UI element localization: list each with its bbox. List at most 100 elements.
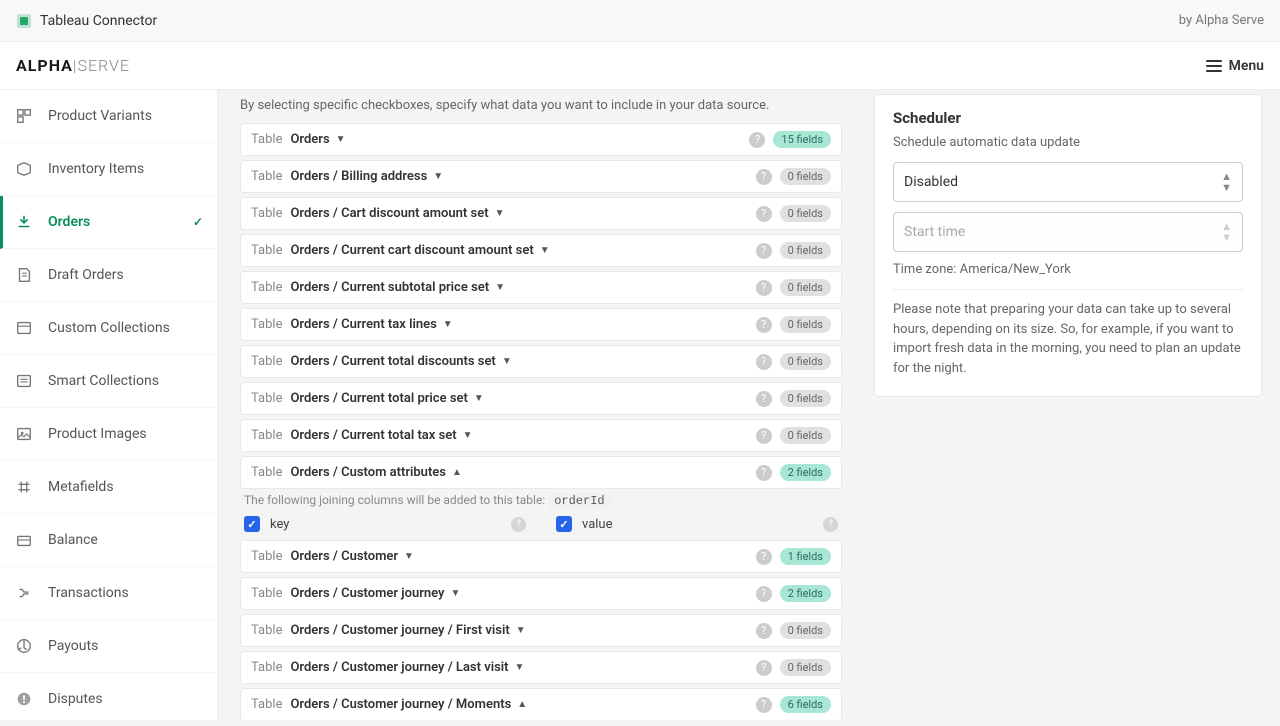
field-count-badge: 15 fields [773,131,831,148]
checkbox[interactable] [244,516,260,532]
sidebar-item-product-images[interactable]: Product Images [0,408,217,461]
table-name: Orders / Current subtotal price set [290,280,489,295]
caret-icon: ▼ [495,282,505,293]
sidebar-item-icon [14,159,34,179]
select-arrows-icon: ▲▼ [1221,171,1232,193]
help-icon[interactable]: ? [756,280,772,296]
help-icon[interactable]: ? [749,132,765,148]
sidebar-item-icon [14,477,34,497]
help-icon[interactable]: ? [756,169,772,185]
sidebar-item-orders[interactable]: Orders [0,196,217,249]
table-prefix: Table [251,280,282,295]
field-count-badge: 1 fields [780,548,831,565]
help-icon[interactable]: ? [756,549,772,565]
caret-icon: ▲ [452,467,462,478]
timezone-text: Time zone: America/New_York [893,262,1243,277]
table-prefix: Table [251,132,282,147]
help-icon[interactable]: ? [823,517,838,532]
help-icon[interactable]: ? [756,428,772,444]
table-name: Orders [290,132,329,147]
table-prefix: Table [251,317,282,332]
table-row[interactable]: TableOrders / Customer journey / Moments… [240,688,842,720]
table-name: Orders / Current tax lines [290,317,436,332]
table-row[interactable]: TableOrders / Billing address▼?0 fields [240,160,842,193]
menu-button[interactable]: Menu [1205,57,1264,75]
sidebar-item-icon [14,636,34,656]
sidebar-item-icon [14,265,34,285]
table-prefix: Table [251,169,282,184]
field-label: value [582,517,613,532]
table-name: Orders / Custom attributes [290,465,446,480]
table-name: Orders / Current total discounts set [290,354,495,369]
fields-grid: key?value? [240,514,842,534]
sidebar-item-label: Custom Collections [48,320,170,336]
table-name: Orders / Current total price set [290,391,467,406]
caret-icon: ▼ [451,588,461,599]
table-name: Orders / Cart discount amount set [290,206,488,221]
table-row[interactable]: TableOrders / Current cart discount amou… [240,234,842,267]
main-content: By selecting specific checkboxes, specif… [218,90,860,720]
sidebar-item-label: Product Images [48,426,147,442]
sidebar-item-icon [14,689,34,709]
table-row[interactable]: TableOrders / Customer journey / First v… [240,614,842,647]
table-prefix: Table [251,549,282,564]
help-icon[interactable]: ? [511,517,526,532]
help-icon[interactable]: ? [756,317,772,333]
table-row[interactable]: TableOrders / Customer▼?1 fields [240,540,842,573]
caret-icon: ▼ [474,393,484,404]
sidebar-item-transactions[interactable]: Transactions [0,567,217,620]
sidebar-item-draft-orders[interactable]: Draft Orders [0,249,217,302]
table-prefix: Table [251,391,282,406]
caret-icon: ▼ [502,356,512,367]
sidebar-item-product-variants[interactable]: Product Variants [0,90,217,143]
help-icon[interactable]: ? [756,586,772,602]
help-icon[interactable]: ? [756,391,772,407]
frequency-value: Disabled [904,174,958,190]
table-row[interactable]: TableOrders / Current total discounts se… [240,345,842,378]
table-row[interactable]: TableOrders / Current total tax set▼?0 f… [240,419,842,452]
help-icon[interactable]: ? [756,206,772,222]
frequency-select[interactable]: Disabled ▲▼ [893,162,1243,202]
help-icon[interactable]: ? [756,465,772,481]
sidebar-item-inventory-items[interactable]: Inventory Items [0,143,217,196]
table-row[interactable]: TableOrders▼?15 fields [240,123,842,156]
help-icon[interactable]: ? [756,660,772,676]
sidebar-item-balance[interactable]: Balance [0,514,217,567]
sidebar-item-icon [14,212,34,232]
caret-icon: ▼ [443,319,453,330]
sidebar-item-metafields[interactable]: Metafields [0,461,217,514]
table-row[interactable]: TableOrders / Customer journey / Last vi… [240,651,842,684]
field-count-badge: 2 fields [780,585,831,602]
sidebar-item-label: Transactions [48,585,129,601]
sidebar-item-smart-collections[interactable]: Smart Collections [0,355,217,408]
joining-column: orderId [548,493,610,509]
sidebar-item-label: Metafields [48,479,114,495]
menu-label: Menu [1229,58,1264,74]
table-row[interactable]: Table Orders / Current tax lines ▼? 0 field… [240,308,842,341]
table-row[interactable]: TableOrders / Current total price set▼?0… [240,382,842,415]
start-time-select[interactable]: Start time ▲▼ [893,212,1243,252]
help-icon[interactable]: ? [756,623,772,639]
help-icon[interactable]: ? [756,697,772,713]
caret-icon: ▼ [515,662,525,673]
caret-icon: ▼ [540,245,550,256]
field-count-badge: 0 fields [780,168,831,185]
sidebar-item-icon [14,371,34,391]
sidebar-item-custom-collections[interactable]: Custom Collections [0,302,217,355]
field-count-badge: 0 fields [780,316,831,333]
table-row[interactable]: TableOrders / Customer journey▼?2 fields [240,577,842,610]
sidebar-item-payouts[interactable]: Payouts [0,620,217,673]
joining-note: The following joining columns will be ad… [244,493,842,508]
table-row[interactable]: TableOrders / Cart discount amount set▼?… [240,197,842,230]
checkbox[interactable] [556,516,572,532]
table-row[interactable]: Table Orders / Current subtotal price set… [240,271,842,304]
table-name: Orders / Customer journey / Last visit [290,660,508,675]
start-time-placeholder: Start time [904,224,965,240]
help-icon[interactable]: ? [756,354,772,370]
help-icon[interactable]: ? [756,243,772,259]
table-row[interactable]: TableOrders / Custom attributes▲?2 field… [240,456,842,489]
scheduler-panel: Scheduler Schedule automatic data update… [874,94,1262,397]
sidebar-item-disputes[interactable]: Disputes [0,673,217,726]
table-name: Orders / Current total tax set [290,428,456,443]
field-count-badge: 6 fields [780,696,831,713]
